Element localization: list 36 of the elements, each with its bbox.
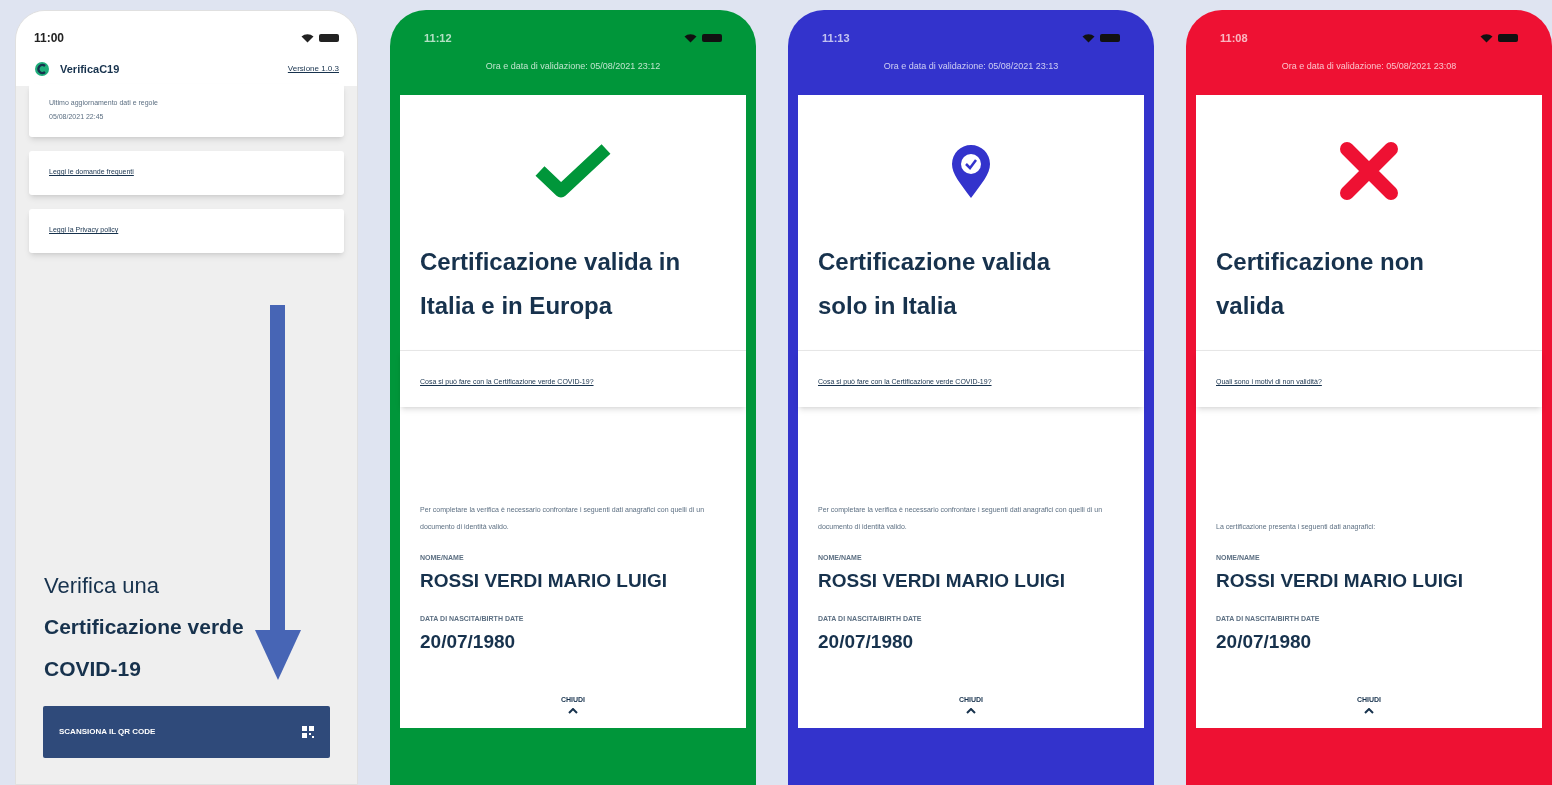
battery-icon — [702, 34, 722, 43]
validation-time: Ora e data di validazione: 05/08/2021 23:12 — [485, 59, 661, 73]
caret-up-icon — [568, 708, 578, 714]
scan-button[interactable]: SCANSIONA IL QR CODE — [43, 706, 330, 758]
cross-icon — [1340, 142, 1398, 200]
wifi-icon — [684, 33, 697, 44]
validation-time: Ora e data di validazione: 05/08/2021 23:08 — [1281, 59, 1457, 73]
holder-name: ROSSI VERDI MARIO LUIGI — [1216, 569, 1465, 593]
birth-date: 20/07/1980 — [1216, 630, 1313, 654]
headline-intro: Verifica una — [44, 572, 160, 600]
status-time: 11:00 — [34, 30, 65, 47]
caret-up-icon — [1364, 708, 1374, 714]
headline-title: Certificazione verde COVID-19 — [44, 614, 244, 682]
status-time: 11:12 — [424, 31, 452, 46]
wifi-icon — [301, 33, 314, 43]
validation-time: Ora e data di validazione: 05/08/2021 23:13 — [883, 59, 1059, 73]
battery-icon — [1100, 34, 1120, 43]
wifi-icon — [1480, 33, 1493, 44]
qr-code-icon — [302, 726, 314, 738]
app-logo-icon — [34, 61, 50, 78]
caret-up-icon — [966, 708, 976, 714]
result-title: Certificazione valida solo in Italia — [817, 247, 1052, 321]
birth-date: 20/07/1980 — [818, 630, 915, 654]
holder-name: ROSSI VERDI MARIO LUIGI — [818, 569, 1067, 593]
result-title: Certificazione valida in Italia e in Europa — [419, 247, 682, 321]
status-time: 11:08 — [1220, 31, 1248, 46]
status-time: 11:13 — [822, 31, 850, 46]
result-title: Certificazione non valida — [1215, 247, 1426, 321]
location-pin-check-icon — [950, 143, 992, 199]
holder-name: ROSSI VERDI MARIO LUIGI — [420, 569, 669, 593]
birth-date: 20/07/1980 — [420, 630, 517, 654]
wifi-icon — [1082, 33, 1095, 44]
app-name: VerificaC19 — [60, 62, 120, 77]
version-link[interactable]: Versione 1.0.3 — [287, 63, 339, 76]
battery-icon — [319, 34, 339, 42]
battery-icon — [1498, 34, 1518, 43]
